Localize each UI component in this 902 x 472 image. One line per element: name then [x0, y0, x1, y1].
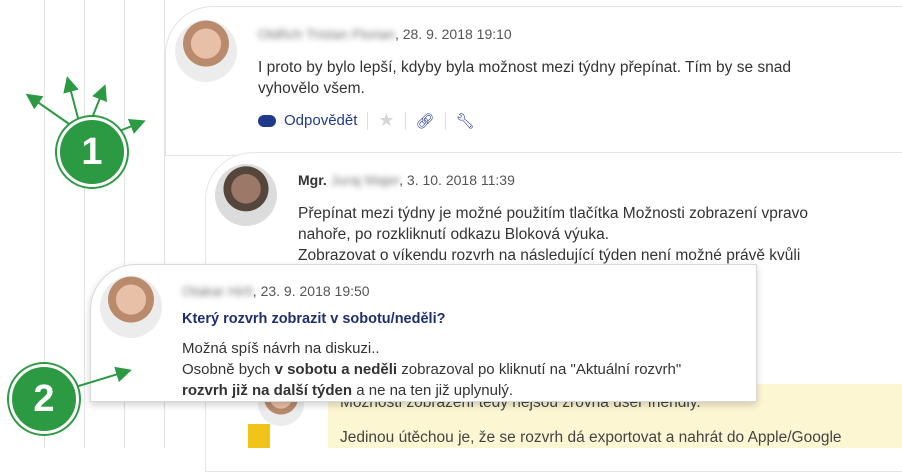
arrow: [25, 93, 73, 127]
arrow: [91, 84, 107, 119]
arrow: [71, 366, 132, 389]
annotation-badge-1: 1: [57, 117, 127, 187]
annotation-arrows: [25, 76, 146, 389]
arrow: [63, 76, 79, 119]
annotation-badge-2: 2: [9, 364, 79, 434]
